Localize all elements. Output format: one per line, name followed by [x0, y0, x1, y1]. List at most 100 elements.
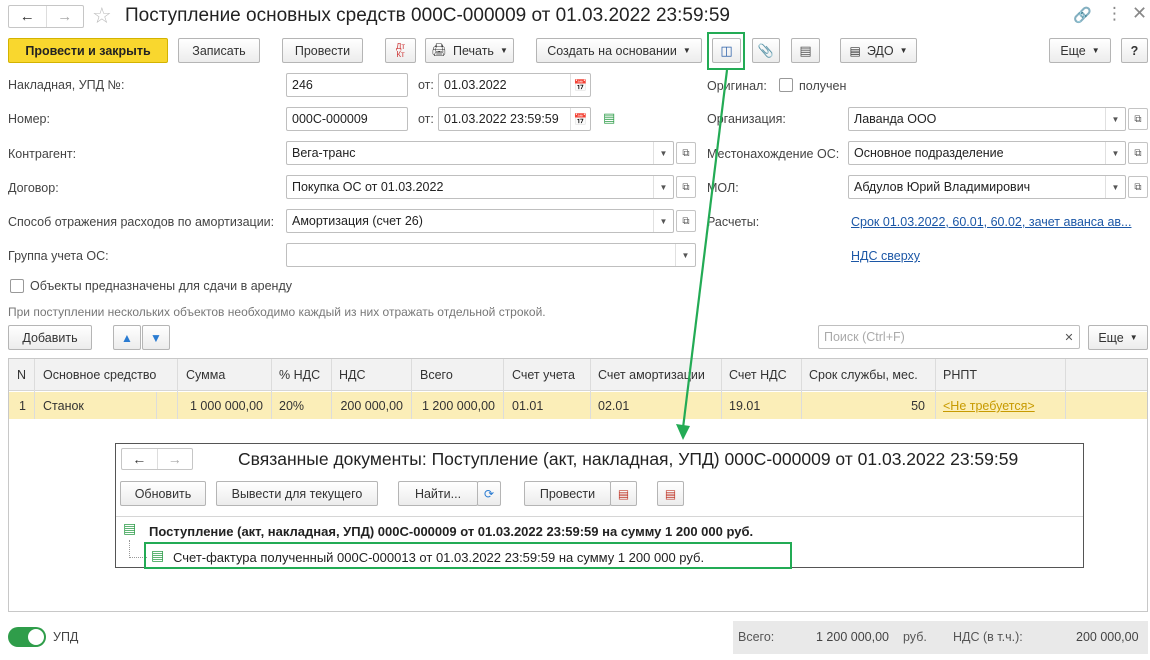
invoice-date-value: 01.03.2022 [444, 78, 507, 92]
help-button[interactable]: ? [1121, 38, 1148, 63]
cell-amount[interactable]: 1 000 000,00 [190, 399, 263, 413]
search-refresh-button[interactable]: ⟳ [477, 481, 501, 506]
print-label: Печать [453, 43, 494, 58]
cell-vat[interactable]: 200 000,00 [340, 399, 403, 413]
callout-arrow [676, 69, 729, 440]
depreciation-field[interactable]: Амортизация (счет 26) ▼ [286, 209, 674, 233]
related-doc-row-1[interactable]: Поступление (акт, накладная, УПД) 000С-0… [149, 524, 753, 539]
total-label: Всего: [738, 630, 775, 644]
kebab-menu-icon[interactable]: ⋮ [1106, 4, 1123, 24]
cell-account[interactable]: 01.01 [512, 399, 543, 413]
upd-toggle[interactable] [8, 627, 46, 647]
number-field[interactable]: 000С-000009 [286, 107, 408, 131]
refresh-search-icon: ⟳ [483, 486, 495, 501]
cell-rnpt-link[interactable]: <Не требуется> [943, 399, 1035, 413]
move-up-button[interactable]: ▲ [113, 325, 141, 350]
received-checkbox[interactable] [779, 78, 793, 92]
group-field[interactable]: ▼ [286, 243, 696, 267]
journal-button[interactable]: ▤ [791, 38, 820, 63]
delete-mark-button[interactable]: ▤ [657, 481, 684, 506]
mol-field[interactable]: Абдулов Юрий Владимирович ▼ [848, 175, 1126, 199]
chevron-down-icon: ▼ [1091, 46, 1100, 55]
page-title: Поступление основных средств 000С-000009… [125, 5, 730, 26]
open-mol-icon[interactable]: ⧉ [1128, 176, 1148, 198]
chevron-down-icon[interactable]: ▼ [1105, 176, 1125, 198]
back-arrow-icon[interactable]: ← [9, 6, 47, 27]
add-row-button[interactable]: Добавить [8, 325, 92, 350]
col-header-vat-rate[interactable]: % НДС [279, 368, 320, 382]
invoice-date-field[interactable]: 01.03.2022 📅 [438, 73, 591, 97]
col-header-asset[interactable]: Основное средство [43, 368, 156, 382]
edo-label: ЭДО [866, 43, 894, 58]
chevron-down-icon[interactable]: ▼ [1105, 142, 1125, 164]
print-button[interactable]: 🖨 Печать ▼ [425, 38, 514, 63]
cell-total[interactable]: 1 200 000,00 [422, 399, 495, 413]
col-header-n[interactable]: N [17, 368, 26, 382]
counterparty-label: Контрагент: [8, 147, 77, 161]
open-org-icon[interactable]: ⧉ [1128, 108, 1148, 130]
table-more-button[interactable]: Еще ▼ [1088, 325, 1148, 350]
clear-search-icon[interactable]: ✕ [1059, 331, 1079, 344]
printer-icon: 🖨 [431, 43, 447, 57]
cell-service-life[interactable]: 50 [911, 399, 925, 413]
col-header-account[interactable]: Счет учета [512, 368, 575, 382]
close-icon[interactable]: ✕ [1132, 3, 1147, 24]
org-value: Лаванда ООО [854, 112, 937, 126]
forward-arrow-icon[interactable]: → [158, 449, 193, 469]
tree-line [129, 540, 130, 558]
search-placeholder: Поиск (Ctrl+F) [824, 330, 905, 344]
lease-label: Объекты предназначены для сдачи в аренду [30, 279, 292, 293]
open-location-icon[interactable]: ⧉ [1128, 142, 1148, 164]
more-label: Еще [1060, 43, 1086, 58]
col-header-total[interactable]: Всего [420, 368, 453, 382]
post-options-button[interactable]: ▤ [610, 481, 637, 506]
location-value: Основное подразделение [854, 146, 1004, 160]
link-icon[interactable]: 🔗 [1073, 6, 1092, 24]
group-label: Группа учета ОС: [8, 249, 109, 263]
save-button[interactable]: Записать [178, 38, 260, 63]
document-status-icon[interactable]: ▤ [603, 110, 615, 126]
search-input[interactable]: Поиск (Ctrl+F) ✕ [818, 325, 1080, 349]
edo-button[interactable]: ▤ ЭДО ▼ [840, 38, 917, 63]
calendar-icon[interactable]: 📅 [570, 74, 590, 96]
col-header-rnpt[interactable]: РНПТ [943, 368, 977, 382]
location-field[interactable]: Основное подразделение ▼ [848, 141, 1126, 165]
number-date-field[interactable]: 01.03.2022 23:59:59 📅 [438, 107, 591, 131]
create-based-on-label: Создать на основании [547, 43, 677, 58]
more-button[interactable]: Еще ▼ [1049, 38, 1111, 63]
post-and-close-button[interactable]: Провести и закрыть [8, 38, 168, 63]
find-button[interactable]: Найти... [398, 481, 478, 506]
show-current-button[interactable]: Вывести для текущего [216, 481, 378, 506]
move-down-button[interactable]: ▼ [142, 325, 170, 350]
vat-on-top-link[interactable]: НДС сверху [851, 249, 920, 263]
post-button[interactable]: Провести [282, 38, 363, 63]
posted-document-icon: ▤ [123, 520, 137, 536]
col-header-vat[interactable]: НДС [339, 368, 366, 382]
popup-post-button[interactable]: Провести [524, 481, 611, 506]
cell-depr-account[interactable]: 02.01 [598, 399, 629, 413]
forward-arrow-icon[interactable]: → [47, 6, 84, 27]
cell-vat-rate[interactable]: 20% [279, 399, 304, 413]
attach-files-button[interactable]: 📎 [752, 38, 780, 63]
col-header-service-life[interactable]: Срок службы, мес. [809, 368, 918, 382]
depreciation-label: Способ отражения расходов по амортизации… [8, 215, 275, 229]
total-value: 1 200 000,00 [816, 630, 889, 644]
settlements-link[interactable]: Срок 01.03.2022, 60.01, 60.02, зачет ава… [851, 215, 1131, 229]
number-value: 000С-000009 [292, 112, 368, 126]
dt-kt-button[interactable]: Дт Кт [385, 38, 416, 63]
paperclip-icon: 📎 [757, 42, 775, 58]
chevron-down-icon[interactable]: ▼ [1105, 108, 1125, 130]
contract-field[interactable]: Покупка ОС от 01.03.2022 ▼ [286, 175, 674, 199]
counterparty-field[interactable]: Вега-транс ▼ [286, 141, 674, 165]
lease-checkbox[interactable] [10, 279, 24, 293]
org-field[interactable]: Лаванда ООО ▼ [848, 107, 1126, 131]
contract-value: Покупка ОС от 01.03.2022 [292, 180, 444, 194]
calendar-icon[interactable]: 📅 [570, 108, 590, 130]
col-header-amount[interactable]: Сумма [186, 368, 225, 382]
invoice-number-field[interactable]: 246 [286, 73, 408, 97]
refresh-button[interactable]: Обновить [120, 481, 206, 506]
cell-asset[interactable]: Станок [43, 399, 84, 413]
chevron-down-icon: ▼ [682, 46, 691, 55]
favorite-star-icon[interactable]: ☆ [92, 3, 112, 29]
back-arrow-icon[interactable]: ← [122, 449, 158, 469]
